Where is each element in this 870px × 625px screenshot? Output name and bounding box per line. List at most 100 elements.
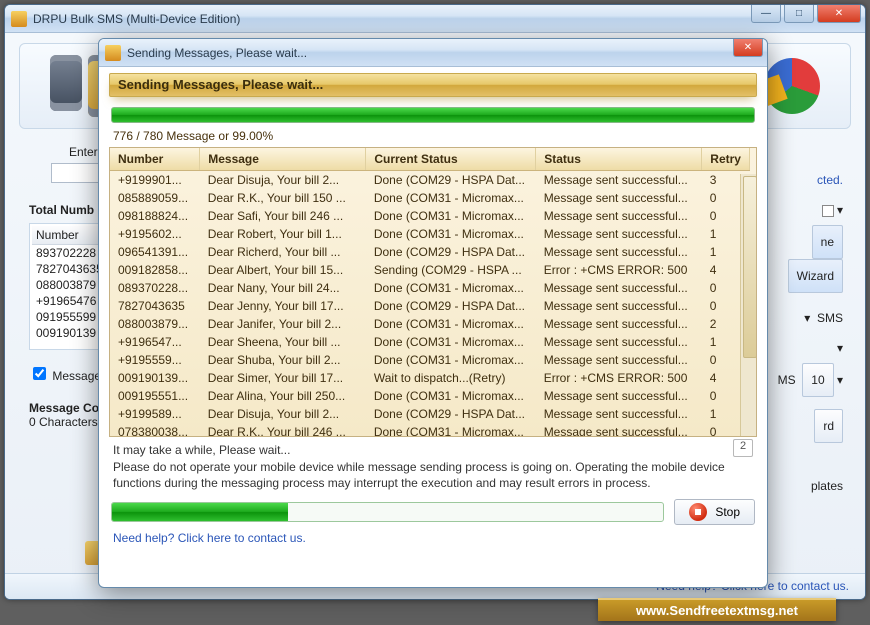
table-cell: Done (COM29 - HSPA Dat...	[366, 297, 536, 315]
watermark-url: www.Sendfreetextmsg.net	[598, 598, 836, 621]
table-cell: Done (COM31 - Micromax...	[366, 351, 536, 369]
table-cell: Done (COM31 - Micromax...	[366, 279, 536, 297]
col-status[interactable]: Status	[536, 148, 702, 171]
table-cell: Dear Simer, Your bill 17...	[200, 369, 366, 387]
dialog-close-button[interactable]: ✕	[733, 39, 763, 57]
table-cell: Dear Sheena, Your bill ...	[200, 333, 366, 351]
app-icon	[11, 11, 27, 27]
table-cell: 009195551...	[110, 387, 200, 405]
table-row[interactable]: 089370228...Dear Nany, Your bill 24...Do…	[110, 279, 750, 297]
wait-text: It may take a while, Please wait... 2	[113, 443, 753, 457]
table-cell: Dear Robert, Your bill 1...	[200, 225, 366, 243]
table-cell: Dear Alina, Your bill 250...	[200, 387, 366, 405]
dialog-icon	[105, 45, 121, 61]
message-checkbox-label: Message	[52, 369, 101, 383]
table-row[interactable]: 096541391...Dear Richerd, Your bill ...D…	[110, 243, 750, 261]
table-row[interactable]: 009195551...Dear Alina, Your bill 250...…	[110, 387, 750, 405]
table-cell: Done (COM31 - Micromax...	[366, 315, 536, 333]
table-cell: +9199589...	[110, 405, 200, 423]
table-cell: Wait to dispatch...(Retry)	[366, 369, 536, 387]
table-cell: Done (COM31 - Micromax...	[366, 387, 536, 405]
table-cell: Dear Shuba, Your bill 2...	[200, 351, 366, 369]
table-cell: 098188824...	[110, 207, 200, 225]
table-cell: Dear Richerd, Your bill ...	[200, 243, 366, 261]
stop-button[interactable]: Stop	[674, 499, 755, 525]
table-cell: 009182858...	[110, 261, 200, 279]
table-cell: Message sent successful...	[536, 171, 702, 190]
table-row[interactable]: 078380038...Dear R.K., Your bill 246 ...…	[110, 423, 750, 437]
table-cell: Sending (COM29 - HSPA ...	[366, 261, 536, 279]
table-cell: Message sent successful...	[536, 405, 702, 423]
partial-text: SMS	[817, 311, 843, 325]
col-message[interactable]: Message	[200, 148, 366, 171]
dialog-titlebar[interactable]: Sending Messages, Please wait... ✕	[99, 39, 767, 67]
table-cell: Done (COM31 - Micromax...	[366, 423, 536, 437]
table-cell: Dear R.K., Your bill 246 ...	[200, 423, 366, 437]
dialog-help-link[interactable]: Need help? Click here to contact us.	[113, 531, 306, 545]
table-cell: 096541391...	[110, 243, 200, 261]
close-button[interactable]: ✕	[817, 5, 861, 23]
table-cell: Dear Disuja, Your bill 2...	[200, 171, 366, 190]
partial-button[interactable]: ne	[812, 225, 843, 259]
table-cell: Message sent successful...	[536, 315, 702, 333]
table-cell: Done (COM31 - Micromax...	[366, 225, 536, 243]
col-number[interactable]: Number	[110, 148, 200, 171]
table-cell: 085889059...	[110, 189, 200, 207]
table-row[interactable]: 7827043635Dear Jenny, Your bill 17...Don…	[110, 297, 750, 315]
messages-table: Number Message Current Status Status Ret…	[110, 148, 750, 437]
partial-button[interactable]: rd	[814, 409, 843, 443]
table-cell: Done (COM29 - HSPA Dat...	[366, 243, 536, 261]
table-row[interactable]: +9196547...Dear Sheena, Your bill ...Don…	[110, 333, 750, 351]
partial-button[interactable]: Wizard	[788, 259, 843, 293]
table-row[interactable]: +9199901...Dear Disuja, Your bill 2...Do…	[110, 171, 750, 190]
app-title: DRPU Bulk SMS (Multi-Device Edition)	[33, 12, 240, 26]
table-row[interactable]: 009182858...Dear Albert, Your bill 15...…	[110, 261, 750, 279]
status-banner: Sending Messages, Please wait...	[109, 73, 757, 97]
stop-icon	[689, 503, 707, 521]
table-scrollbar[interactable]	[740, 174, 756, 436]
table-cell: Message sent successful...	[536, 225, 702, 243]
table-cell: Error : +CMS ERROR: 500	[536, 369, 702, 387]
table-row[interactable]: 088003879...Dear Janifer, Your bill 2...…	[110, 315, 750, 333]
table-cell: Done (COM29 - HSPA Dat...	[366, 171, 536, 190]
table-cell: Dear Nany, Your bill 24...	[200, 279, 366, 297]
minimize-button[interactable]: ―	[751, 5, 781, 23]
overall-progress-bar	[111, 107, 755, 123]
count-select[interactable]: 10	[802, 363, 833, 397]
main-titlebar[interactable]: DRPU Bulk SMS (Multi-Device Edition) ― □…	[5, 5, 865, 33]
col-retry[interactable]: Retry	[702, 148, 750, 171]
table-cell: Done (COM29 - HSPA Dat...	[366, 405, 536, 423]
partial-text: plates	[811, 479, 843, 493]
table-cell: Done (COM31 - Micromax...	[366, 207, 536, 225]
table-cell: 088003879...	[110, 315, 200, 333]
table-row[interactable]: +9195602...Dear Robert, Your bill 1...Do…	[110, 225, 750, 243]
table-cell: Dear Disuja, Your bill 2...	[200, 405, 366, 423]
table-cell: 009190139...	[110, 369, 200, 387]
sending-dialog: Sending Messages, Please wait... ✕ Sendi…	[98, 38, 768, 588]
table-row[interactable]: +9195559...Dear Shuba, Your bill 2...Don…	[110, 351, 750, 369]
table-cell: Done (COM31 - Micromax...	[366, 189, 536, 207]
col-current-status[interactable]: Current Status	[366, 148, 536, 171]
warning-note: Please do not operate your mobile device…	[113, 459, 753, 491]
table-cell: Dear Jenny, Your bill 17...	[200, 297, 366, 315]
partial-text: cted.	[778, 165, 843, 195]
table-row[interactable]: 085889059...Dear R.K., Your bill 150 ...…	[110, 189, 750, 207]
retry-count-badge: 2	[733, 439, 753, 457]
table-cell: Message sent successful...	[536, 423, 702, 437]
phone-icon	[50, 55, 82, 111]
table-row[interactable]: 009190139...Dear Simer, Your bill 17...W…	[110, 369, 750, 387]
table-cell: Message sent successful...	[536, 189, 702, 207]
table-cell: Message sent successful...	[536, 297, 702, 315]
right-panel-partial: cted. ▾ ne Wizard ▾ SMS ▾ MS 10 ▾ rd pla…	[778, 165, 843, 501]
table-cell: +9195602...	[110, 225, 200, 243]
stop-label: Stop	[715, 505, 740, 519]
table-row[interactable]: +9199589...Dear Disuja, Your bill 2...Do…	[110, 405, 750, 423]
secondary-progress-bar	[111, 502, 664, 522]
maximize-button[interactable]: □	[784, 5, 814, 23]
table-cell: Dear Albert, Your bill 15...	[200, 261, 366, 279]
table-cell: 7827043635	[110, 297, 200, 315]
message-checkbox[interactable]	[33, 367, 46, 380]
table-row[interactable]: 098188824...Dear Safi, Your bill 246 ...…	[110, 207, 750, 225]
table-cell: 078380038...	[110, 423, 200, 437]
table-cell: Message sent successful...	[536, 387, 702, 405]
